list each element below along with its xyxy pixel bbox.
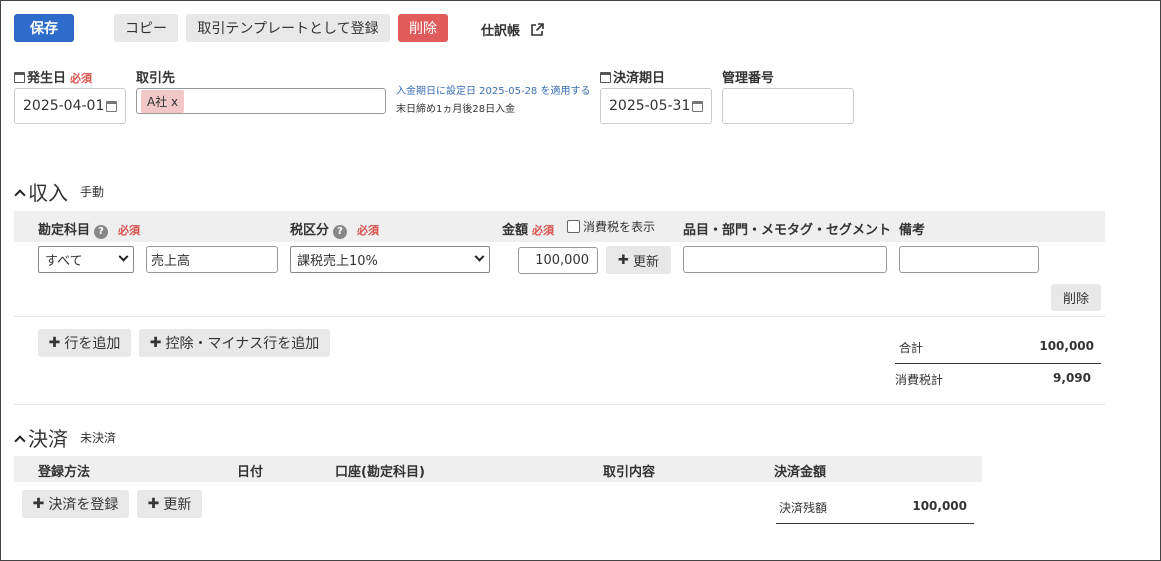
journal-label: 仕訳帳: [481, 24, 521, 39]
chevron-down-icon: [118, 251, 129, 262]
account-input[interactable]: 売上高: [146, 246, 278, 273]
tax-total-label: 消費税計: [895, 373, 944, 387]
due-date-input[interactable]: 2025-05-31: [600, 88, 712, 124]
help-icon[interactable]: ?: [333, 225, 348, 239]
col-note: 備考: [899, 223, 926, 238]
issue-date-input[interactable]: 2025-04-01: [14, 88, 126, 124]
settlement-table-header: [14, 456, 982, 482]
partner-input[interactable]: A社 x: [136, 88, 386, 114]
save-button[interactable]: 保存: [14, 14, 74, 42]
plus-icon: ✚: [618, 252, 629, 268]
help-icon[interactable]: ?: [94, 225, 109, 239]
calendar-icon: [600, 72, 611, 83]
balance-divider: [776, 523, 974, 524]
col-settlement-amount: 決済金額: [774, 465, 827, 480]
col-method: 登録方法: [38, 465, 91, 480]
register-template-button[interactable]: 取引テンプレートとして登録: [186, 14, 390, 42]
divider: [14, 404, 1105, 405]
external-link-icon: [531, 22, 544, 36]
account-filter-select[interactable]: すべて: [38, 246, 134, 273]
show-tax-checkbox[interactable]: [567, 220, 580, 233]
closing-rule-text: 末日締め1ヵ月後28日入金: [396, 104, 516, 115]
amount-input[interactable]: 100,000: [518, 247, 598, 274]
items-input[interactable]: [683, 246, 887, 273]
tax-category-select[interactable]: 課税売上10%: [290, 246, 490, 273]
calendar-icon[interactable]: [106, 100, 117, 112]
plus-icon: ✚: [48, 335, 61, 351]
col-date: 日付: [237, 465, 264, 480]
col-tax: 税区分? 必須: [290, 223, 380, 239]
add-row-button[interactable]: ✚ 行を追加: [38, 329, 131, 357]
chevron-up-icon: [14, 188, 26, 201]
balance-label: 決済残額: [779, 501, 828, 515]
total-divider: [895, 363, 1101, 364]
add-deduction-row-button[interactable]: ✚ 控除・マイナス行を追加: [139, 329, 330, 357]
settlement-section-toggle[interactable]: 決済 未決済: [14, 423, 116, 452]
plus-icon: ✚: [149, 335, 162, 351]
balance-value: 100,000: [912, 499, 967, 513]
col-settlement-account: 口座(勘定科目): [335, 465, 425, 480]
chevron-up-icon: [14, 434, 26, 447]
income-section-toggle[interactable]: 収入 手動: [14, 177, 104, 206]
plus-icon: ✚: [32, 496, 45, 512]
col-content: 取引内容: [603, 465, 656, 480]
col-account: 勘定科目? 必須: [38, 223, 141, 239]
copy-button[interactable]: コピー: [114, 14, 178, 42]
income-title: 収入: [28, 181, 68, 205]
plus-icon: ✚: [147, 496, 160, 512]
total-label: 合計: [899, 341, 924, 355]
col-amount: 金額 必須: [502, 223, 555, 238]
chevron-down-icon: [474, 251, 485, 262]
settlement-title: 決済: [28, 427, 68, 451]
register-settlement-button[interactable]: ✚ 決済を登録: [22, 490, 129, 518]
mgmt-no-label: 管理番号: [722, 71, 775, 86]
issue-date-label: 発生日 必須: [14, 67, 92, 86]
show-tax-toggle[interactable]: 消費税を表示: [567, 218, 655, 235]
deposit-date-link[interactable]: 入金期日に設定日 2025-05-28 を適用する: [396, 82, 590, 97]
transaction-form: 保存 コピー 取引テンプレートとして登録 削除 仕訳帳 発生日 必須 2025-0…: [0, 0, 1161, 561]
partner-label: 取引先: [136, 71, 176, 86]
partner-tag[interactable]: A社 x: [141, 89, 185, 113]
calendar-icon: [14, 72, 25, 83]
divider: [14, 316, 1105, 317]
calendar-icon[interactable]: [692, 100, 703, 112]
income-table-header: [14, 211, 1105, 242]
tax-total-value: 9,090: [1053, 371, 1091, 385]
journal-link[interactable]: 仕訳帳: [481, 20, 544, 39]
update-settlement-button[interactable]: ✚ 更新: [137, 490, 202, 518]
mgmt-no-input[interactable]: [722, 88, 854, 124]
col-items: 品目・部門・メモタグ・セグメント: [683, 223, 892, 238]
delete-row-button[interactable]: 削除: [1051, 284, 1101, 311]
update-amount-button[interactable]: ✚ 更新: [606, 246, 671, 274]
required-badge: 必須: [70, 72, 93, 85]
delete-button[interactable]: 削除: [398, 14, 448, 42]
income-mode: 手動: [80, 185, 105, 199]
settlement-status: 未決済: [80, 431, 117, 445]
total-value: 100,000: [1039, 339, 1094, 353]
due-date-label: 決済期日: [600, 67, 665, 86]
note-input[interactable]: [899, 246, 1039, 273]
